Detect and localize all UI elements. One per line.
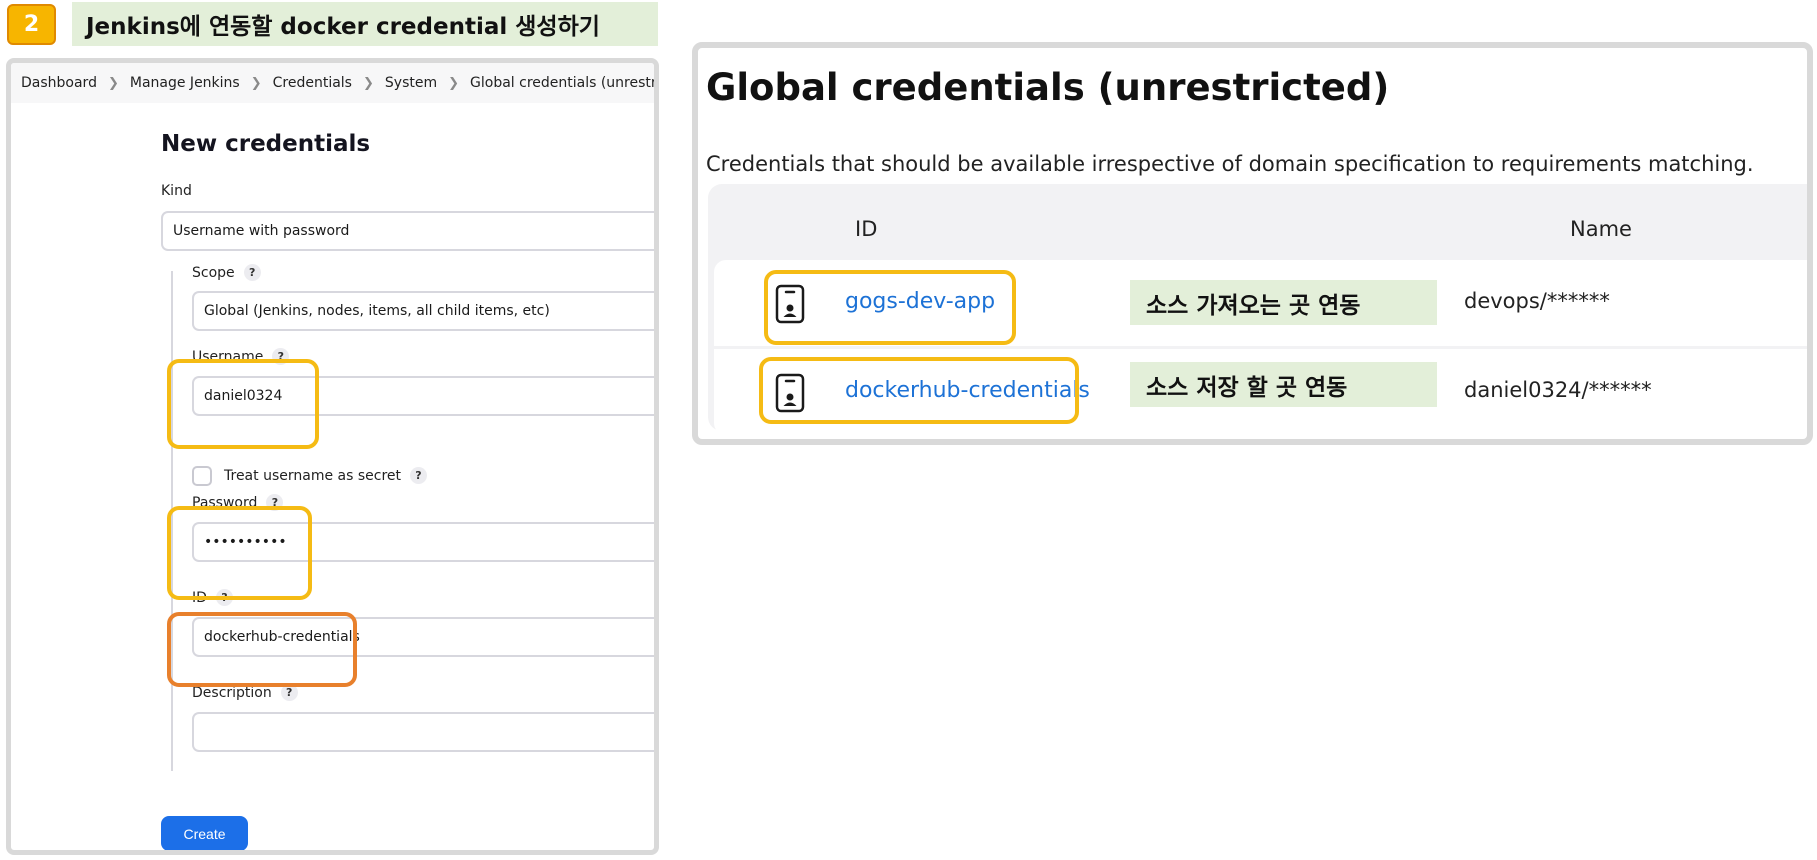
help-icon[interactable]: ? [280, 684, 298, 701]
note-source-fetch: 소스 가져오는 곳 연동 [1130, 280, 1437, 325]
password-label: Password ? [192, 494, 284, 511]
credentials-form: New credentials Kind Username with passw… [11, 63, 654, 850]
password-input[interactable]: •••••••••• [192, 522, 654, 562]
kind-label: Kind [161, 183, 192, 199]
form-title: New credentials [161, 131, 371, 157]
treat-username-secret-label: Treat username as secret ? [224, 467, 427, 484]
note-source-store: 소스 저장 할 곳 연동 [1130, 362, 1437, 407]
id-label-text: ID [192, 589, 207, 606]
page-description: Credentials that should be available irr… [706, 152, 1754, 176]
credential-link-gogs-dev-app[interactable]: gogs-dev-app [845, 289, 995, 314]
kind-select[interactable]: Username with password [161, 211, 654, 251]
treat-username-secret-checkbox[interactable] [192, 466, 212, 486]
credential-card-icon [775, 284, 805, 324]
scope-label: Scope ? [192, 264, 261, 281]
id-label: ID ? [192, 589, 233, 606]
column-header-id: ID [855, 217, 878, 241]
create-button[interactable]: Create [161, 816, 248, 850]
username-label: Username ? [192, 348, 290, 365]
description-input[interactable] [192, 712, 654, 752]
step-title: Jenkins에 연동할 docker credential 생성하기 [72, 2, 658, 46]
description-label: Description ? [192, 684, 298, 701]
credential-card-icon [775, 373, 805, 413]
step-number-badge: 2 [7, 4, 56, 45]
credential-name: devops/****** [1464, 289, 1610, 313]
scope-select[interactable]: Global (Jenkins, nodes, items, all child… [192, 291, 654, 331]
help-icon[interactable]: ? [243, 264, 261, 281]
nested-section-line [171, 271, 173, 771]
help-icon[interactable]: ? [266, 494, 284, 511]
password-label-text: Password [192, 494, 258, 511]
description-label-text: Description [192, 684, 272, 701]
treat-username-secret-text: Treat username as secret [224, 467, 401, 484]
column-header-name: Name [1570, 217, 1632, 241]
username-label-text: Username [192, 348, 264, 365]
global-credentials-panel: Global credentials (unrestricted) Creden… [692, 42, 1813, 445]
help-icon[interactable]: ? [215, 589, 233, 606]
id-input[interactable]: dockerhub-credentials [192, 617, 654, 657]
scope-label-text: Scope [192, 264, 235, 281]
page-title: Global credentials (unrestricted) [706, 66, 1390, 109]
new-credentials-panel: Dashboard ❯ Manage Jenkins ❯ Credentials… [6, 58, 659, 855]
help-icon[interactable]: ? [272, 348, 290, 365]
kind-label-text: Kind [161, 183, 192, 199]
credential-link-dockerhub-credentials[interactable]: dockerhub-credentials [845, 378, 1090, 403]
help-icon[interactable]: ? [410, 467, 427, 484]
credential-name: daniel0324/****** [1464, 378, 1652, 402]
username-input[interactable]: daniel0324 [192, 376, 654, 416]
